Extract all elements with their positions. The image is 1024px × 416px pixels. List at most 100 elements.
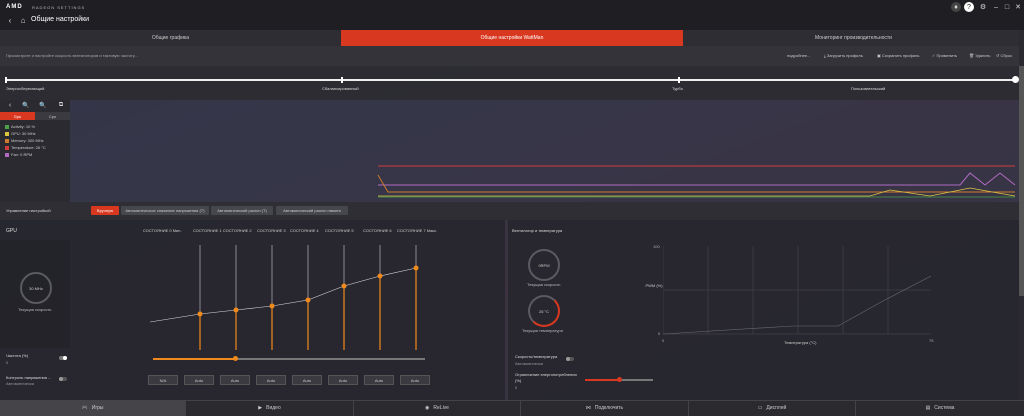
voltage-value-3[interactable]: Auto xyxy=(256,375,286,385)
monitor-tab-cpu[interactable]: Cpu xyxy=(35,112,70,120)
preset-tick-1 xyxy=(5,77,7,83)
save-profile-button[interactable]: ▣ Сохранить профиль xyxy=(877,53,919,58)
reset-button[interactable]: ↺ Сброс xyxy=(996,53,1012,58)
preset-balanced[interactable]: Сбалансированный xyxy=(322,86,359,91)
home-icon[interactable]: ⌂ xyxy=(18,15,28,25)
load-profile-button[interactable]: ⤓ Загрузить профиль xyxy=(824,53,863,58)
nav-display[interactable]: ▭ Дисплей xyxy=(689,400,856,416)
zoom-out-icon[interactable]: 🔍 xyxy=(39,101,47,109)
popout-icon[interactable]: ⧉ xyxy=(57,101,65,109)
collapse-arrow-icon[interactable]: ‹ xyxy=(6,101,14,109)
voltage-value-0[interactable]: N/A xyxy=(148,375,178,385)
tab-wattman[interactable]: Общие настройки WattMan xyxy=(341,30,683,46)
power-limit-fill xyxy=(585,379,619,381)
preset-tick-2 xyxy=(341,77,343,83)
fan-chart-ylabel: PWM (%) xyxy=(645,283,663,288)
frequency-slider-thumb[interactable] xyxy=(232,356,238,361)
voltage-value-2[interactable]: Auto xyxy=(220,375,250,385)
preset-slider-track[interactable] xyxy=(6,79,1016,81)
gpu-state-6: СОСТОЯНИЕ 6 xyxy=(363,228,392,233)
gpu-state-2: СОСТОЯНИЕ 2 xyxy=(223,228,252,233)
brand-logo: AMD xyxy=(6,4,23,10)
tab-general-graphics[interactable]: Общие графика xyxy=(0,30,341,46)
monitor-tab-gpu[interactable]: Gpu xyxy=(0,112,35,120)
voltage-toggle-knob[interactable] xyxy=(59,377,63,381)
help-icon[interactable]: ? xyxy=(964,2,974,12)
fan-chart-xmax: 75 xyxy=(929,338,934,343)
fan-title: Вентилятор и температура xyxy=(512,228,563,233)
legend-swatch xyxy=(5,131,9,136)
fan-curve-chart[interactable] xyxy=(663,246,933,336)
speed-temp-toggle-knob[interactable] xyxy=(566,357,570,361)
gpu-state-point xyxy=(341,283,347,289)
settings-icon[interactable]: ⚙ xyxy=(978,2,988,12)
legend-item: Fan: 0 RPM xyxy=(5,151,46,158)
power-limit-value: 0 xyxy=(515,385,518,390)
legend-swatch xyxy=(5,145,9,150)
product-name: RADEON SETTINGS xyxy=(32,5,86,10)
back-arrow-icon[interactable]: ‹ xyxy=(6,15,14,25)
voltage-value-5[interactable]: Auto xyxy=(328,375,358,385)
legend-swatch xyxy=(5,138,9,143)
voltage-value-6[interactable]: Auto xyxy=(364,375,394,385)
nav-relive[interactable]: ◉ ReLive xyxy=(354,400,521,416)
preset-tick-3 xyxy=(678,77,680,83)
auto-undervolt-button[interactable]: Автоматическое снижение напряжения (T) xyxy=(121,206,209,215)
auto-memory-overclock-button[interactable]: Автоматический разгон памяти xyxy=(276,206,348,215)
voltage-value-4[interactable]: Auto xyxy=(292,375,322,385)
frequency-value: 0 xyxy=(6,360,9,365)
voltage-value-7[interactable]: Auto xyxy=(400,375,430,385)
delete-button[interactable]: 🗑 Удалить xyxy=(969,53,990,58)
toolbar xyxy=(0,46,1024,66)
auto-overclock-button[interactable]: Автоматический разгон (T) xyxy=(211,206,273,215)
fan-speed-gauge: 0RPM xyxy=(528,249,560,281)
gpu-state-point xyxy=(305,297,311,303)
fan-speed-label: Текущая скорость xyxy=(527,282,561,287)
voltage-value-1[interactable]: Auto xyxy=(184,375,214,385)
gpu-state-1: СОСТОЯНИЕ 1 xyxy=(193,228,222,233)
nav-games[interactable]: 🎮 Игры xyxy=(0,400,186,416)
legend-label: Memory: 300 MHz xyxy=(11,138,44,143)
apply-label: Применить xyxy=(936,53,958,58)
temperature-value: 26 °C xyxy=(538,308,550,314)
apply-button[interactable]: ✓ Применить xyxy=(932,53,957,58)
nav-connect[interactable]: ⋈ Подключить xyxy=(521,400,689,416)
gpu-curve-line xyxy=(150,267,417,323)
gpu-state-point xyxy=(413,265,419,271)
frequency-slider-fill xyxy=(153,358,235,360)
nav-system[interactable]: ▤ Система xyxy=(856,400,1024,416)
preset-slider-thumb[interactable] xyxy=(1012,76,1019,83)
legend-item: GPU: 30 MHz xyxy=(5,130,46,137)
frequency-toggle-knob[interactable] xyxy=(63,356,67,360)
preset-turbo[interactable]: Турбо xyxy=(672,86,683,91)
zoom-in-icon[interactable]: 🔍 xyxy=(22,101,30,109)
delete-label: Удалить xyxy=(975,53,991,58)
manual-button[interactable]: Вручную xyxy=(91,206,119,215)
minimize-icon[interactable]: – xyxy=(991,2,1001,12)
tab-performance-monitoring[interactable]: Мониторинг производительности xyxy=(683,30,1024,46)
monitor-legend: Activity: 10 % GPU: 30 MHz Memory: 300 MHz… xyxy=(5,123,46,158)
legend-label: Activity: 10 % xyxy=(11,124,36,129)
nav-relive-label: ReLive xyxy=(433,405,449,411)
relive-icon: ◉ xyxy=(425,405,430,411)
fan-chart-ymax: 100 xyxy=(653,244,660,249)
load-profile-label: Загрузить профиль xyxy=(826,53,863,58)
nav-connect-label: Подключить xyxy=(594,405,624,411)
close-icon[interactable]: ✕ xyxy=(1013,2,1023,12)
video-icon: ▶ xyxy=(258,405,263,411)
power-limit-thumb[interactable] xyxy=(617,377,622,382)
nav-video[interactable]: ▶ Видео xyxy=(186,400,354,416)
maximize-icon[interactable]: □ xyxy=(1002,2,1012,12)
voltage-control-value: Автоматически xyxy=(6,381,34,386)
preset-power-saving[interactable]: Энергосберегающий xyxy=(6,86,44,91)
scrollbar-thumb[interactable] xyxy=(1019,66,1024,296)
control-mode-label: Управление настройкой xyxy=(6,208,51,213)
monitor-graph-lines xyxy=(377,165,1016,198)
preset-custom[interactable]: Пользовательский xyxy=(851,86,885,91)
save-profile-label: Сохранить профиль xyxy=(881,53,920,58)
gpu-curve-chart[interactable] xyxy=(150,240,430,350)
gpu-title: GPU xyxy=(6,228,17,234)
notification-icon[interactable]: ♦ xyxy=(951,2,961,12)
speed-temp-label: Скорость/температура xyxy=(515,354,558,359)
more-link[interactable]: подробнее... xyxy=(787,53,810,58)
